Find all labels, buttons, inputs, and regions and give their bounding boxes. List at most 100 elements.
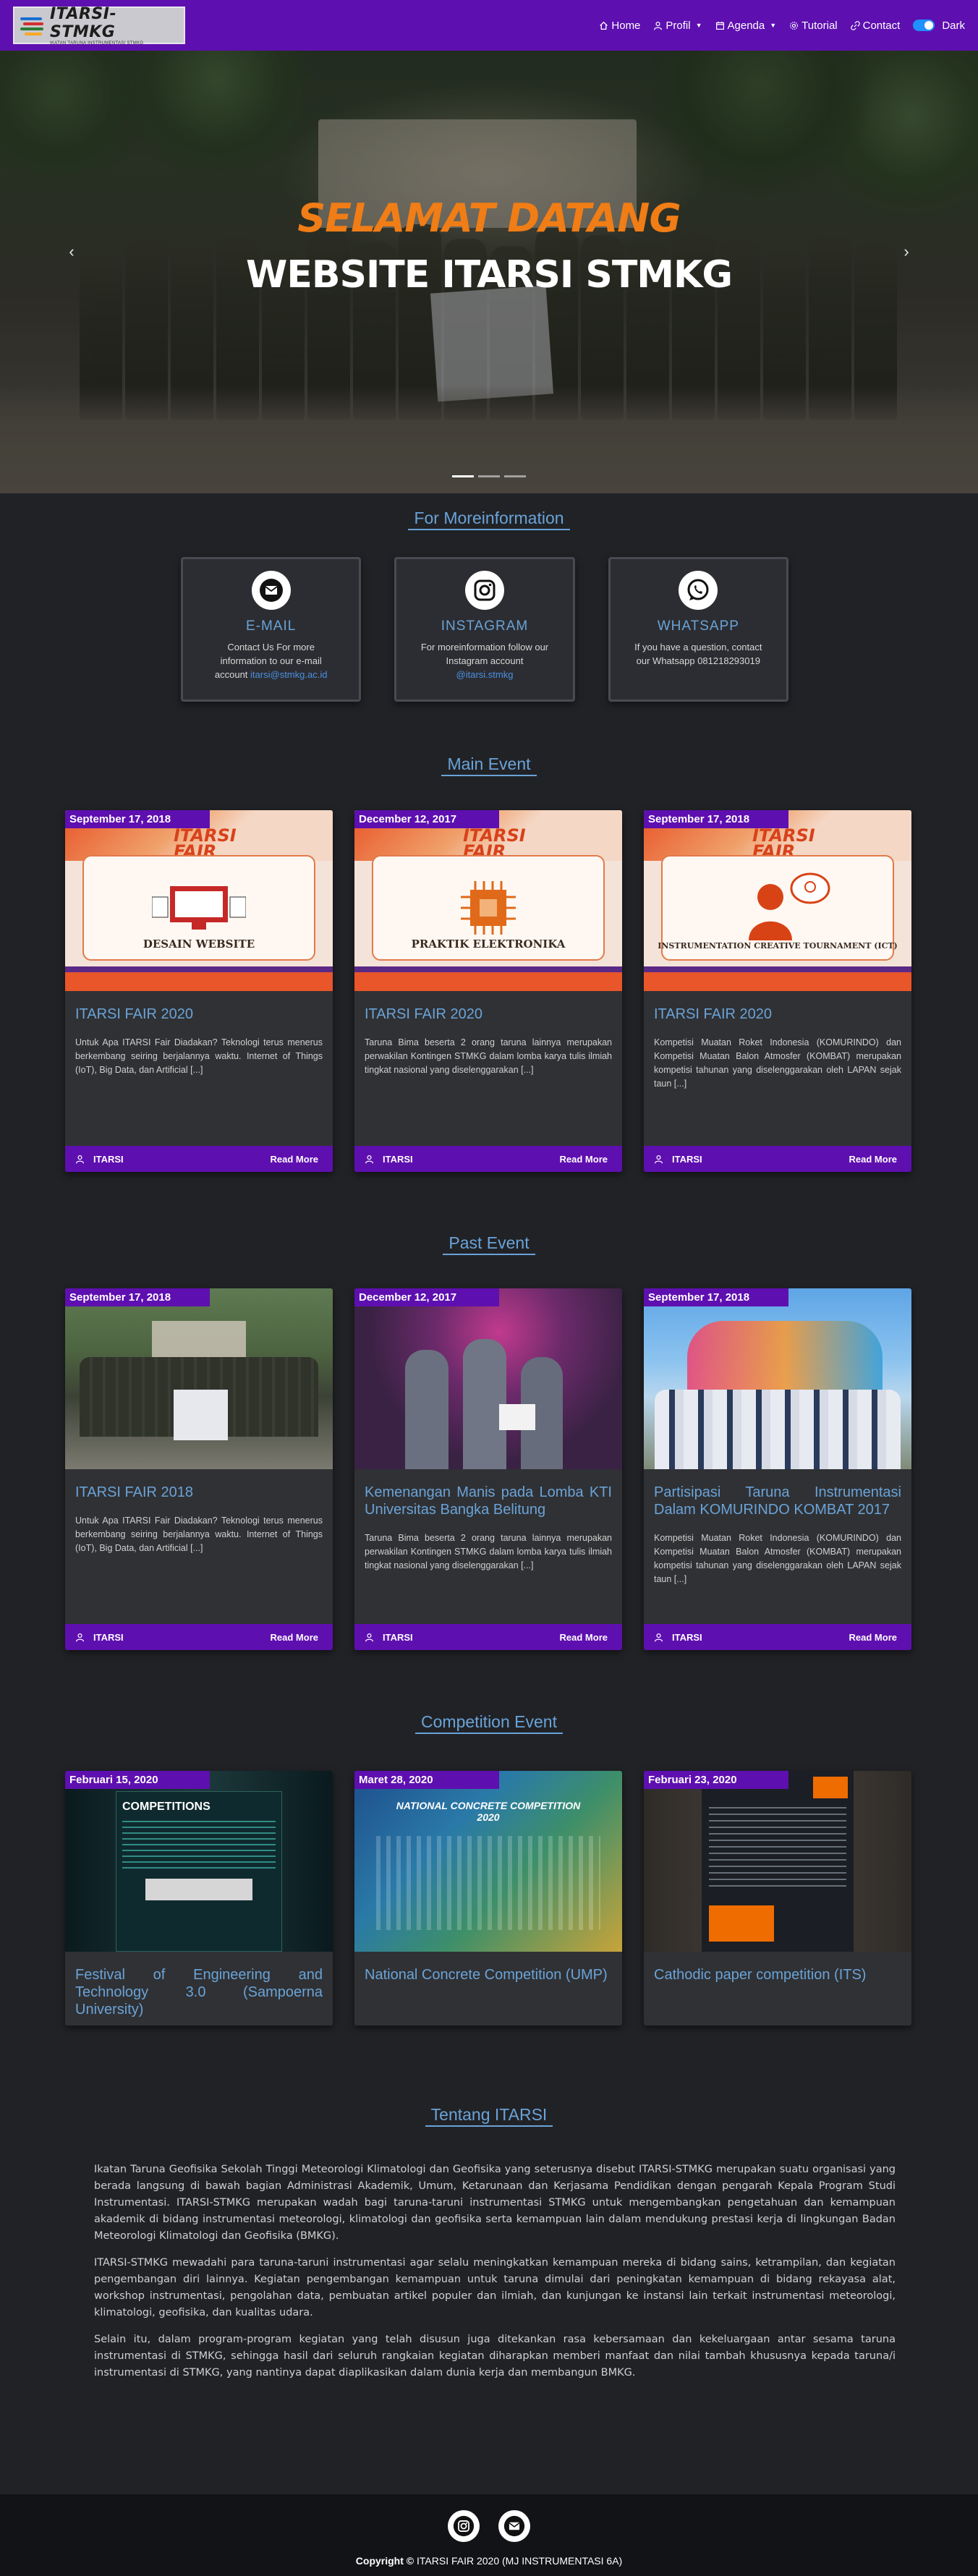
mail-icon[interactable] [498,2510,530,2542]
event-date-badge: September 17, 2018 [65,1288,210,1306]
carousel-indicator[interactable] [504,475,526,477]
event-card-footer: ITARSI Read More [644,1146,911,1172]
event-date-badge: December 12, 2017 [354,1288,499,1306]
nav-contact-label: Contact [862,19,901,32]
nav-agenda-label: Agenda [727,19,765,32]
event-author: ITARSI [383,1631,413,1643]
contact-section-title: For Moreinformation [0,509,978,530]
hero-welcome-text: SELAMAT DATANG [297,195,681,241]
event-title[interactable]: ITARSI FAIR 2020 [354,991,622,1023]
hero-carousel: SELAMAT DATANG WEBSITE ITARSI STMKG ‹ › [0,51,978,493]
user-icon [654,21,663,30]
past-event-title: Past Event [0,1233,978,1255]
event-poster-image: September 17, 2018 ITARSI FAIR INSTRUMENT… [644,810,911,991]
event-excerpt: Taruna Bima beserta 2 orang taruna lainn… [365,1037,612,1075]
poster-label: INSTRUMENTATION CREATIVE TOURNAMENT (ICT… [658,941,898,951]
carousel-indicator[interactable] [452,475,474,477]
event-title[interactable]: Kemenangan Manis pada Lomba KTI Universi… [354,1469,622,1518]
event-poster-image: September 17, 2018 ITARSI FAIR DESAIN WEB… [65,810,333,991]
competition-card[interactable]: Februari 23, 2020 Cathodic paper competi… [644,1771,911,2025]
gear-icon [790,21,799,30]
about-paragraph: Ikatan Taruna Geofisika Sekolah Tinggi M… [94,2164,896,2242]
nav-home-label: Home [611,19,641,32]
read-more-link[interactable]: Read More [560,1154,608,1165]
nav-profil[interactable]: Profil ▼ [653,20,702,32]
carousel-indicator[interactable] [478,475,500,477]
event-card[interactable]: December 12, 2017 ITARSI FAIR PRAKTIK ELE… [354,810,622,1172]
read-more-link[interactable]: Read More [560,1632,608,1643]
event-card[interactable]: September 17, 2018 ITARSI FAIR 2018 Untu… [65,1288,333,1650]
carousel-next-button[interactable]: › [896,242,917,261]
event-card[interactable]: September 17, 2018 ITARSI FAIR INSTRUMENT… [644,810,911,1172]
instagram-icon [464,571,504,610]
competition-title[interactable]: Festival of Engineering and Technology 3… [65,1952,333,2018]
nav-agenda[interactable]: Agenda ▼ [715,19,776,32]
event-excerpt: Taruna Bima beserta 2 orang taruna lainn… [365,1533,612,1570]
about-paragraph: ITARSI-STMKG mewadahi para taruna-taruni… [94,2257,896,2318]
footer: Copyright © ITARSI FAIR 2020 (MJ INSTRUM… [0,2494,978,2576]
nav-menu: Home Profil ▼ Agenda ▼ Tutorial Contact Da… [599,20,965,32]
event-date-badge: Februari 15, 2020 [65,1771,210,1789]
contact-card-title: E-MAIL [245,619,297,634]
user-icon [76,1633,84,1641]
instagram-icon[interactable] [448,2510,480,2542]
event-card[interactable]: September 17, 2018 ITARSI FAIR DESAIN WEB… [65,810,333,1172]
user-icon [655,1633,663,1641]
competition-poster: Maret 28, 2020 NATIONAL CONCRETE COMPETI… [354,1771,622,1952]
event-card[interactable]: September 17, 2018 Partisipasi Taruna In… [644,1288,911,1650]
about-paragraph: Selain itu, dalam program-program kegiat… [94,2334,896,2379]
event-title[interactable]: ITARSI FAIR 2020 [65,991,333,1023]
theme-toggle[interactable]: Dark [913,20,965,32]
event-author: ITARSI [383,1153,413,1165]
instagram-link[interactable]: @itarsi.stmkg [456,669,514,680]
about-section-title: Tentang ITARSI [0,2105,978,2127]
user-icon [365,1155,373,1163]
event-date-badge: September 17, 2018 [644,1288,788,1306]
logo-mark-icon [20,14,44,36]
user-icon [76,1155,84,1163]
logo-subtitle: IKATAN TARUNA INSTRUMENTASI STMKG [49,41,144,46]
event-card-footer: ITARSI Read More [644,1624,911,1650]
competition-title[interactable]: National Concrete Competition (UMP) [354,1952,622,1984]
nav-profil-label: Profil [666,19,691,32]
poster-label: PRAKTIK ELEKTRONIKA [411,938,566,951]
competition-title[interactable]: Cathodic paper competition (ITS) [644,1952,911,1984]
event-photo: December 12, 2017 [354,1288,622,1469]
event-card-footer: ITARSI Read More [354,1624,622,1650]
competition-card[interactable]: Februari 15, 2020 COMPETITIONS Festival … [65,1771,333,2025]
event-excerpt: Untuk Apa ITARSI Fair Diadakan? Teknolog… [75,1037,323,1075]
read-more-link[interactable]: Read More [271,1154,318,1165]
event-title[interactable]: ITARSI FAIR 2018 [65,1469,333,1501]
footer-social-icons [0,2494,978,2542]
nav-tutorial[interactable]: Tutorial [789,19,838,32]
event-author: ITARSI [93,1153,124,1165]
theme-switch[interactable] [913,20,935,31]
event-photo: September 17, 2018 [65,1288,333,1469]
read-more-link[interactable]: Read More [271,1632,318,1643]
competition-event-title: Competition Event [0,1712,978,1734]
event-card-footer: ITARSI Read More [354,1146,622,1172]
event-date-badge: Maret 28, 2020 [354,1771,499,1789]
competition-poster: Februari 15, 2020 COMPETITIONS [65,1771,333,1952]
event-card[interactable]: December 12, 2017 Kemenangan Manis pada … [354,1288,622,1650]
event-title[interactable]: Partisipasi Taruna Instrumentasi Dalam K… [644,1469,911,1518]
site-logo[interactable]: ITARSI-STMKG IKATAN TARUNA INSTRUMENTASI… [13,5,185,46]
logo-title: ITARSI-STMKG [49,5,117,41]
nav-contact[interactable]: Contact [850,19,901,32]
theme-toggle-label: Dark [942,19,965,32]
carousel-prev-button[interactable]: ‹ [61,242,82,261]
poster-label: NATIONAL CONCRETE COMPETITION 2020 [396,1800,581,1823]
competition-cards: Februari 15, 2020 COMPETITIONS Festival … [65,1771,913,2025]
nav-home[interactable]: Home [599,20,640,32]
read-more-link[interactable]: Read More [849,1154,897,1165]
mail-icon [251,571,291,610]
nav-tutorial-label: Tutorial [801,19,838,32]
read-more-link[interactable]: Read More [849,1632,897,1643]
contact-card-text: If you have a question, contact our What… [634,642,762,666]
contact-card-title: WHATSAPP [657,619,739,634]
event-date-badge: September 17, 2018 [65,810,210,828]
event-title[interactable]: ITARSI FAIR 2020 [644,991,911,1023]
email-link[interactable]: itarsi@stmkg.ac.id [250,669,327,680]
calendar-icon [715,21,724,30]
competition-card[interactable]: Maret 28, 2020 NATIONAL CONCRETE COMPETI… [354,1771,622,2025]
